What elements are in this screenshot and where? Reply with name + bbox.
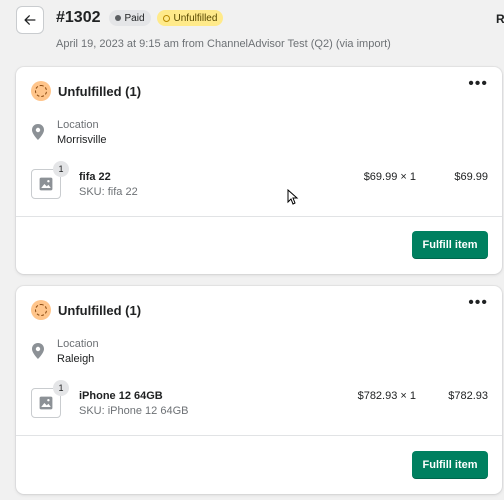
order-details-page: #1302 Paid Unfulfilled April 19, 2023 at… [0, 0, 504, 500]
line-total: $782.93 [448, 390, 488, 402]
card-header: Unfulfilled (1) [31, 300, 141, 320]
more-horizontal-icon[interactable]: ••• [468, 76, 488, 92]
product-name-link[interactable]: iPhone 12 64GB [79, 390, 163, 402]
product-sku: SKU: fifa 22 [79, 186, 138, 198]
fulfillment-card: Unfulfilled (1) ••• Location Morrisville… [16, 67, 502, 274]
unfulfilled-status-icon [31, 300, 51, 320]
product-name-link[interactable]: fifa 22 [79, 171, 111, 183]
page-header: #1302 Paid Unfulfilled April 19, 2023 at… [16, 6, 504, 58]
unfulfilled-ring-icon [162, 14, 170, 22]
truncated-header-action[interactable]: R [496, 12, 504, 26]
card-divider [16, 216, 502, 217]
image-placeholder-icon [39, 177, 53, 191]
line-item: 1 fifa 22 SKU: fifa 22 $69.99 × 1 $69.99 [31, 161, 488, 203]
location-block: Location Raleigh [31, 338, 99, 365]
more-horizontal-icon[interactable]: ••• [468, 295, 488, 311]
location-label: Location [57, 338, 99, 350]
card-title: Unfulfilled (1) [58, 83, 142, 99]
title-row: #1302 Paid Unfulfilled [56, 9, 224, 27]
paid-badge: Paid [108, 10, 151, 26]
location-value: Morrisville [57, 134, 107, 146]
unfulfilled-badge-label: Unfulfilled [173, 12, 218, 24]
paid-badge-label: Paid [124, 12, 145, 24]
location-pin-icon [32, 343, 44, 359]
unit-price: $69.99 × 1 [363, 171, 416, 183]
location-value: Raleigh [57, 353, 95, 365]
order-subtitle: April 19, 2023 at 9:15 am from ChannelAd… [56, 38, 391, 50]
unfulfilled-badge: Unfulfilled [156, 10, 224, 26]
card-divider [16, 435, 502, 436]
line-total: $69.99 [454, 171, 488, 183]
paid-dot-icon [114, 15, 121, 21]
location-label: Location [57, 119, 99, 131]
fulfill-item-button[interactable]: Fulfill item [412, 451, 488, 479]
unit-price: $782.93 × 1 [357, 390, 416, 402]
page-title: #1302 [56, 9, 101, 26]
location-pin-icon [32, 124, 44, 140]
card-title: Unfulfilled (1) [58, 302, 142, 318]
quantity-badge: 1 [53, 380, 69, 396]
location-block: Location Morrisville [31, 119, 107, 146]
quantity-badge: 1 [53, 161, 69, 177]
mouse-cursor-icon [287, 189, 299, 205]
arrow-left-icon [24, 15, 36, 25]
unfulfilled-status-icon [31, 81, 51, 101]
line-item: 1 iPhone 12 64GB SKU: iPhone 12 64GB $78… [31, 380, 488, 422]
fulfill-item-button[interactable]: Fulfill item [412, 231, 488, 259]
card-header: Unfulfilled (1) [31, 81, 141, 101]
product-sku: SKU: iPhone 12 64GB [79, 405, 189, 417]
image-placeholder-icon [39, 396, 53, 410]
fulfillment-card: Unfulfilled (1) ••• Location Raleigh 1 i… [16, 286, 502, 494]
back-button[interactable] [16, 6, 44, 34]
